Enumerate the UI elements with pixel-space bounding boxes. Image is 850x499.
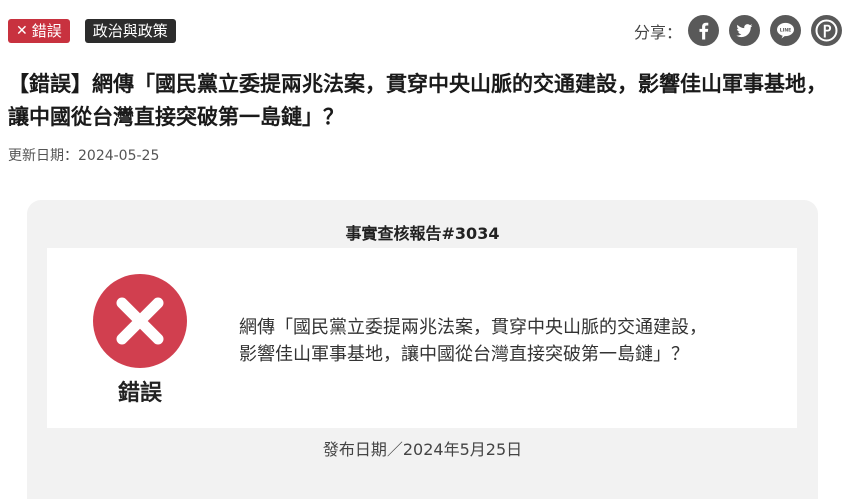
share-icons: LINE <box>688 15 842 46</box>
page-title: 【錯誤】網傳「國民黨立委提兩兆法案，貫穿中央山脈的交通建設，影響佳山軍事基地，讓… <box>8 72 827 129</box>
facebook-icon <box>699 22 709 40</box>
svg-text:LINE: LINE <box>780 27 792 33</box>
report-number: 事實查核報告#3034 <box>345 224 500 243</box>
share-bar: 分享： LINE <box>634 15 842 46</box>
category-tag[interactable]: 政治與政策 <box>84 19 176 43</box>
claim-line-1: 網傳「國民黨立委提兩兆法案，貫穿中央山脈的交通建設， <box>239 317 707 338</box>
claim-line-2: 影響佳山軍事基地，讓中國從台灣直接突破第一島鏈」？ <box>239 344 689 365</box>
category-tag-label: 政治與政策 <box>92 22 168 40</box>
updated-date: 更新日期：2024-05-25 <box>8 148 160 164</box>
verdict-label: 錯誤 <box>117 381 162 406</box>
report-summary-box: 錯誤 網傳「國民黨立委提兩兆法案，貫穿中央山脈的交通建設， 影響佳山軍事基地，讓… <box>47 248 797 428</box>
fact-check-page: ✕ 錯誤 政治與政策 分享： LINE 【錯誤】網傳「國民黨立委提兩兆法案，貫穿… <box>0 0 850 499</box>
plurk-share-button[interactable] <box>811 15 842 46</box>
verdict-tag-label: 錯誤 <box>31 22 62 40</box>
false-x-circle-icon <box>93 274 187 368</box>
facebook-share-button[interactable] <box>688 15 719 46</box>
share-label: 分享： <box>633 22 682 42</box>
twitter-bird-icon <box>736 24 753 38</box>
line-icon: LINE <box>777 22 794 39</box>
plurk-icon <box>815 19 838 42</box>
tag-row: ✕ 錯誤 政治與政策 <box>8 19 176 43</box>
line-share-button[interactable]: LINE <box>770 15 801 46</box>
verdict-tag[interactable]: ✕ 錯誤 <box>8 19 70 43</box>
close-x-icon: ✕ <box>16 23 28 39</box>
twitter-share-button[interactable] <box>729 15 760 46</box>
published-date: 發布日期／2024年5月25日 <box>322 440 523 459</box>
report-card: 事實查核報告#3034 錯誤 網傳「國民黨立委提兩兆法案，貫穿中央山脈的交通建設… <box>27 200 818 499</box>
claim-text: 網傳「國民黨立委提兩兆法案，貫穿中央山脈的交通建設， 影響佳山軍事基地，讓中國從… <box>239 314 769 368</box>
